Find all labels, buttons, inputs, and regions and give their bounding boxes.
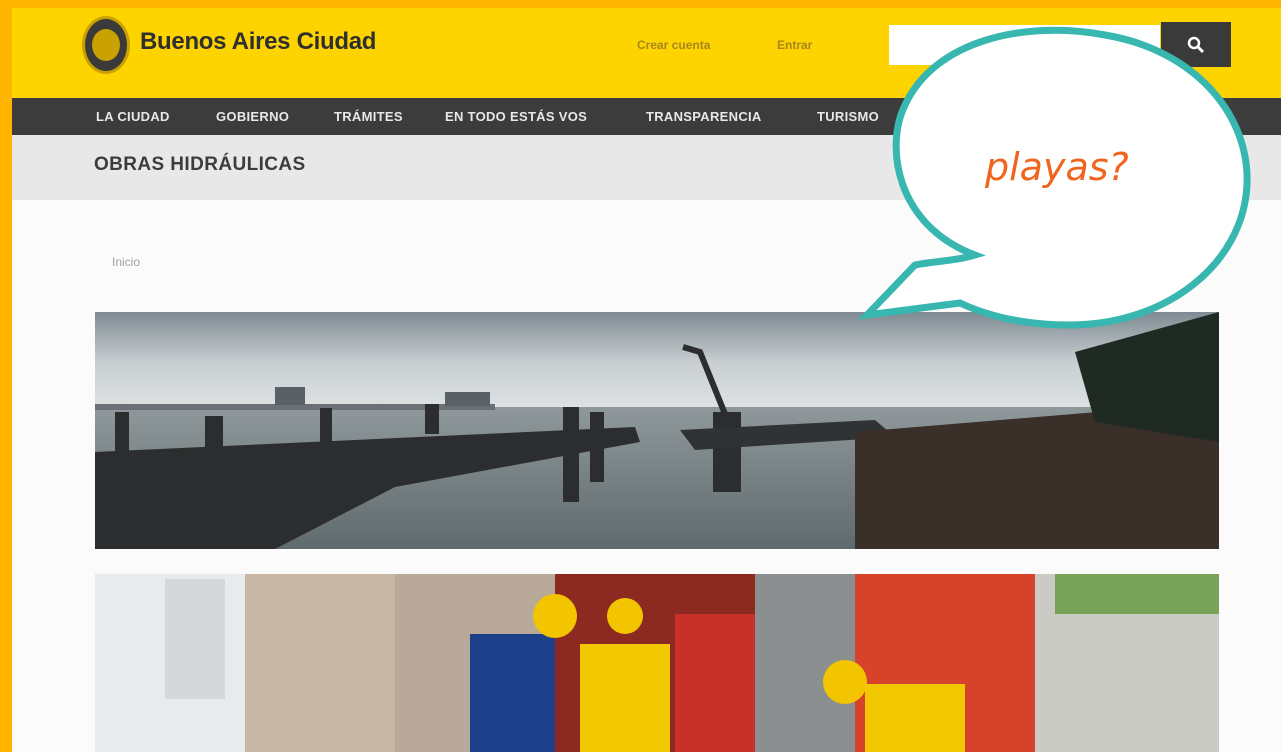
breadcrumb[interactable]: Inicio xyxy=(112,255,140,269)
login-link[interactable]: Entrar xyxy=(777,38,812,52)
nav-item-en-todo-estas-vos[interactable]: EN TODO ESTÁS VOS xyxy=(445,109,587,124)
speech-bubble-text: playas? xyxy=(985,145,1129,189)
create-account-link[interactable]: Crear cuenta xyxy=(637,38,710,52)
nav-item-transparencia[interactable]: TRANSPARENCIA xyxy=(646,109,762,124)
hero-photo-waterfront-works xyxy=(95,312,1219,549)
coat-of-arms-icon xyxy=(90,27,122,63)
nav-item-la-ciudad[interactable]: LA CIUDAD xyxy=(96,109,170,124)
waterfront-photo xyxy=(95,312,1219,549)
city-logo[interactable] xyxy=(82,16,130,74)
page-title: OBRAS HIDRÁULICAS xyxy=(94,154,306,175)
nav-item-tramites[interactable]: TRÁMITES xyxy=(334,109,403,124)
workers-scene xyxy=(95,574,1219,752)
site-title[interactable]: Buenos Aires Ciudad xyxy=(140,28,376,56)
nav-item-gobierno[interactable]: GOBIERNO xyxy=(216,109,289,124)
workers-photo xyxy=(95,574,1219,752)
